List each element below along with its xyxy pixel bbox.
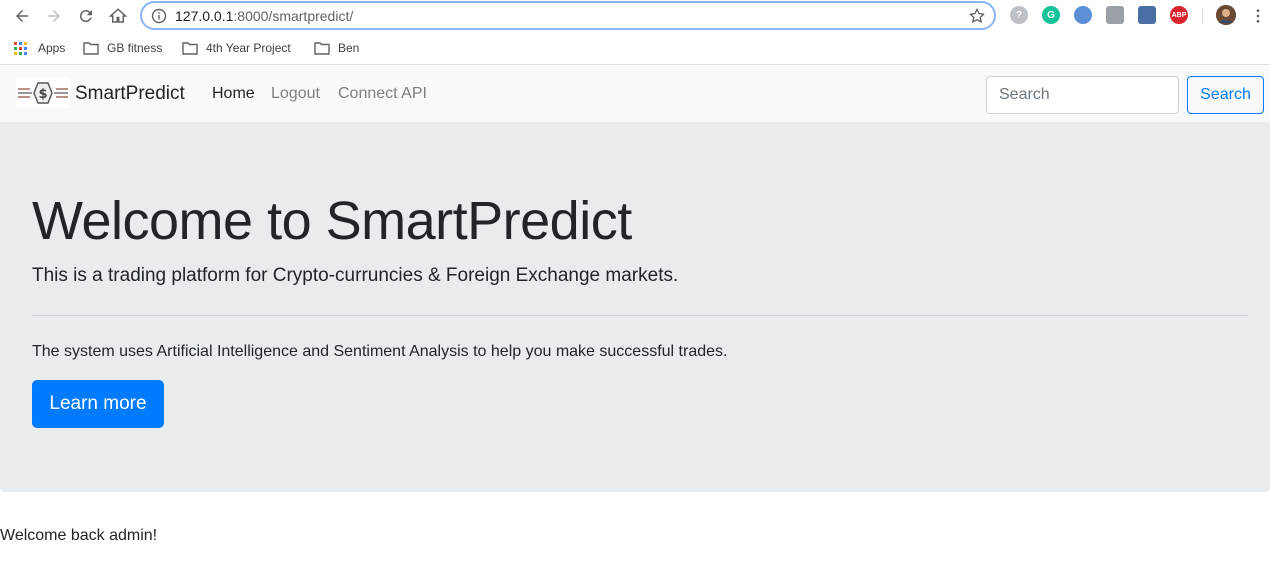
home-icon[interactable] (106, 4, 130, 28)
bookmark-star-icon[interactable] (968, 7, 986, 25)
forward-icon[interactable] (42, 4, 66, 28)
page-title: Welcome to SmartPredict (32, 191, 632, 251)
bookmark-label: Apps (38, 41, 66, 55)
folder-icon (314, 42, 330, 55)
brand-name[interactable]: SmartPredict (75, 83, 185, 105)
bookmark-ben[interactable]: Ben (314, 39, 359, 57)
bookmark-gb-fitness[interactable]: GB fitness (83, 39, 162, 57)
nav-link-logout[interactable]: Logout (271, 85, 320, 103)
profile-avatar[interactable] (1216, 5, 1236, 25)
reload-icon[interactable] (74, 4, 98, 28)
divider (32, 315, 1248, 316)
bookmarks-bar: Apps GB fitness 4th Year Project Ben (0, 32, 1270, 65)
blue-extension-icon[interactable] (1074, 6, 1092, 24)
jumbotron: Welcome to SmartPredict This is a tradin… (0, 122, 1270, 492)
help-extension-icon[interactable]: ? (1010, 6, 1028, 24)
bookmark-label: Ben (338, 41, 360, 55)
search-button[interactable]: Search (1187, 76, 1264, 114)
lead-text: This is a trading platform for Crypto-cu… (32, 265, 679, 286)
bookmark-label: 4th Year Project (206, 41, 291, 55)
gray-extension-icon[interactable] (1106, 6, 1124, 24)
url-path: :8000/smartpredict/ (233, 8, 354, 24)
grammarly-extension-icon[interactable]: G (1042, 6, 1060, 24)
info-icon[interactable] (151, 8, 167, 24)
back-icon[interactable] (10, 4, 34, 28)
url-text[interactable]: 127.0.0.1:8000/smartpredict/ (175, 8, 353, 24)
puzzle-extension-icon[interactable] (1138, 6, 1156, 24)
description-text: The system uses Artificial Intelligence … (32, 343, 728, 360)
nav-link-home[interactable]: Home (212, 85, 255, 103)
url-host: 127.0.0.1 (175, 8, 234, 24)
folder-icon (83, 42, 99, 55)
apps-grid-icon (14, 41, 27, 55)
adblock-plus-extension-icon[interactable]: ABP (1170, 6, 1188, 24)
browser-toolbar: 127.0.0.1:8000/smartpredict/ ? G ABP (0, 0, 1270, 32)
bookmark-4th-year-project[interactable]: 4th Year Project (182, 39, 291, 57)
bookmark-label: GB fitness (107, 41, 163, 55)
browser-menu-icon[interactable] (1246, 4, 1270, 28)
toolbar-divider (1202, 8, 1203, 24)
folder-icon (182, 42, 198, 55)
bookmark-apps[interactable]: Apps (14, 39, 65, 57)
svg-text:$: $ (38, 87, 47, 102)
address-bar[interactable]: 127.0.0.1:8000/smartpredict/ (140, 1, 996, 30)
site-navbar: $ SmartPredict Home Logout Connect API S… (0, 66, 1270, 122)
learn-more-button[interactable]: Learn more (32, 380, 164, 428)
welcome-message: Welcome back admin! (0, 527, 158, 544)
nav-link-connect-api[interactable]: Connect API (338, 85, 427, 103)
search-input[interactable] (986, 76, 1179, 114)
smartpredict-logo[interactable]: $ (16, 78, 70, 108)
